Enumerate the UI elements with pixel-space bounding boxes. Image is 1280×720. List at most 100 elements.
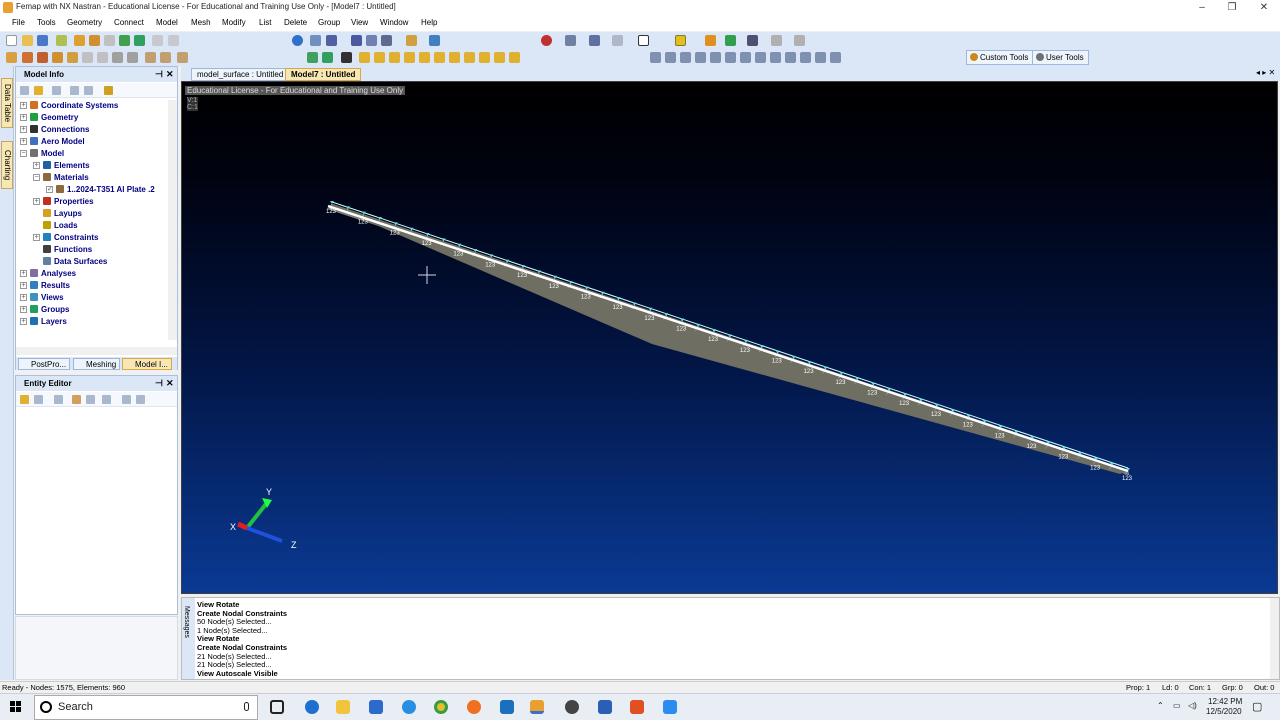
mesh-surface-icon[interactable] xyxy=(6,52,17,63)
tab-model-surface[interactable]: model_surface : Untitled xyxy=(191,68,290,81)
geometry-point-icon[interactable] xyxy=(307,52,318,63)
zoom-icon[interactable] xyxy=(326,35,337,46)
tree-item[interactable]: + Coordinate Systems xyxy=(20,100,118,112)
link-icon[interactable] xyxy=(56,35,67,46)
expand-toggle-icon[interactable]: − xyxy=(33,174,40,181)
tree-item[interactable]: + Connections xyxy=(20,124,89,136)
task-view-icon[interactable] xyxy=(270,700,284,714)
tree-item[interactable]: Data Surfaces xyxy=(33,256,107,268)
microphone-icon[interactable] xyxy=(244,702,249,711)
tray-volume-icon[interactable]: ◁) xyxy=(1188,701,1197,710)
mesh-refine-icon[interactable] xyxy=(160,52,171,63)
show-entities-icon[interactable] xyxy=(429,35,440,46)
tree-item[interactable]: + Results xyxy=(20,280,70,292)
pick-method-icon[interactable] xyxy=(565,35,576,46)
start-icon[interactable] xyxy=(10,701,22,713)
entity-info-icon[interactable] xyxy=(725,35,736,46)
tree-item[interactable]: + Analyses xyxy=(20,268,76,280)
align-icon[interactable] xyxy=(650,52,661,63)
mesh-table-icon[interactable] xyxy=(112,52,123,63)
view-options-icon[interactable] xyxy=(381,35,392,46)
data-table-tab[interactable]: Data Table xyxy=(1,78,13,128)
measure-icon[interactable] xyxy=(705,35,716,46)
list-icon[interactable] xyxy=(102,395,111,404)
mesh-toggle-icon[interactable] xyxy=(82,52,93,63)
select-entity-icon[interactable] xyxy=(541,35,552,46)
close-icon[interactable]: ✕ xyxy=(166,376,174,391)
geometry-arc-icon[interactable] xyxy=(374,52,385,63)
tree-item[interactable]: − Model xyxy=(20,148,64,160)
file-explorer-icon[interactable] xyxy=(336,700,350,714)
menu-file[interactable]: File xyxy=(12,18,25,27)
expand-toggle-icon[interactable]: + xyxy=(33,198,40,205)
firefox-icon[interactable] xyxy=(467,700,481,714)
charting-tab[interactable]: Charting xyxy=(1,141,13,189)
expand-toggle-icon[interactable]: + xyxy=(20,306,27,313)
folder-icon[interactable] xyxy=(34,86,43,95)
ie-browser-icon[interactable] xyxy=(402,700,416,714)
expand-icon[interactable] xyxy=(70,86,79,95)
expand-toggle-icon[interactable]: + xyxy=(20,114,27,121)
store-icon[interactable] xyxy=(369,700,383,714)
save-icon[interactable] xyxy=(37,35,48,46)
menu-view[interactable]: View xyxy=(351,18,368,27)
tree-item[interactable]: + Groups xyxy=(20,304,69,316)
tree-item[interactable]: − Materials xyxy=(33,172,89,184)
analyze-icon[interactable] xyxy=(134,35,145,46)
outlook-icon[interactable] xyxy=(500,700,514,714)
refresh-icon[interactable] xyxy=(794,35,805,46)
mesh-check-icon[interactable] xyxy=(145,52,156,63)
geometry-join-icon[interactable] xyxy=(479,52,490,63)
tray-date[interactable]: 12/5/2020 xyxy=(1206,707,1242,716)
copy-icon[interactable] xyxy=(34,395,43,404)
geometry-offset-icon[interactable] xyxy=(419,52,430,63)
femap-taskbar-icon[interactable] xyxy=(530,700,544,714)
maximize-button[interactable]: ❐ xyxy=(1216,0,1248,16)
workplane-icon[interactable] xyxy=(612,35,623,46)
menu-mesh[interactable]: Mesh xyxy=(191,18,211,27)
view-6-icon[interactable] xyxy=(830,52,841,63)
expand-toggle-icon[interactable]: + xyxy=(33,234,40,241)
tab-meshing[interactable]: Meshing xyxy=(73,358,121,370)
collapse-icon[interactable] xyxy=(84,86,93,95)
expand-toggle-icon[interactable]: + xyxy=(20,102,27,109)
menu-delete[interactable]: Delete xyxy=(284,18,307,27)
menu-connect[interactable]: Connect xyxy=(114,18,144,27)
grid-icon[interactable] xyxy=(747,35,758,46)
expand-toggle-icon[interactable]: + xyxy=(20,318,27,325)
next-icon[interactable] xyxy=(136,395,145,404)
messages-scrollbar[interactable] xyxy=(1270,598,1279,679)
redo-icon[interactable] xyxy=(168,35,179,46)
close-icon[interactable]: ✕ xyxy=(166,67,174,82)
settings-icon[interactable] xyxy=(565,700,579,714)
menu-group[interactable]: Group xyxy=(318,18,340,27)
tree-vertical-scrollbar[interactable] xyxy=(168,100,177,340)
expand-toggle-icon[interactable]: + xyxy=(20,270,27,277)
menu-geometry[interactable]: Geometry xyxy=(67,18,102,27)
minimize-button[interactable]: – xyxy=(1186,0,1218,16)
tab-postpro[interactable]: PostPro... xyxy=(18,358,71,370)
geometry-curve-icon[interactable] xyxy=(322,52,333,63)
mesh-control-icon[interactable] xyxy=(52,52,63,63)
dynamic-rotate-icon[interactable] xyxy=(292,35,303,46)
tray-chevron-icon[interactable]: ⌃ xyxy=(1157,701,1164,710)
select-mode-icon[interactable] xyxy=(589,35,600,46)
view-2-icon[interactable] xyxy=(770,52,781,63)
geometry-text-icon[interactable] xyxy=(404,52,415,63)
tree-item[interactable]: Functions xyxy=(33,244,92,256)
view-4-icon[interactable] xyxy=(800,52,811,63)
user-tools-button[interactable]: User Tools xyxy=(1033,50,1089,65)
align-left-icon[interactable] xyxy=(665,52,676,63)
pin-icon[interactable]: ⊣ xyxy=(155,376,163,391)
mesh-report-icon[interactable] xyxy=(127,52,138,63)
notification-icon[interactable]: ▢ xyxy=(1252,700,1262,713)
tile-icon[interactable] xyxy=(725,52,736,63)
pin-icon[interactable]: ⊣ xyxy=(155,67,163,82)
edge-browser-icon[interactable] xyxy=(305,700,319,714)
geometry-line-icon[interactable] xyxy=(359,52,370,63)
menu-model[interactable]: Model xyxy=(156,18,178,27)
tree-item[interactable]: + Geometry xyxy=(20,112,78,124)
refresh-icon[interactable] xyxy=(54,395,63,404)
tree-item[interactable]: + Aero Model xyxy=(20,136,85,148)
filter-icon[interactable] xyxy=(52,86,61,95)
